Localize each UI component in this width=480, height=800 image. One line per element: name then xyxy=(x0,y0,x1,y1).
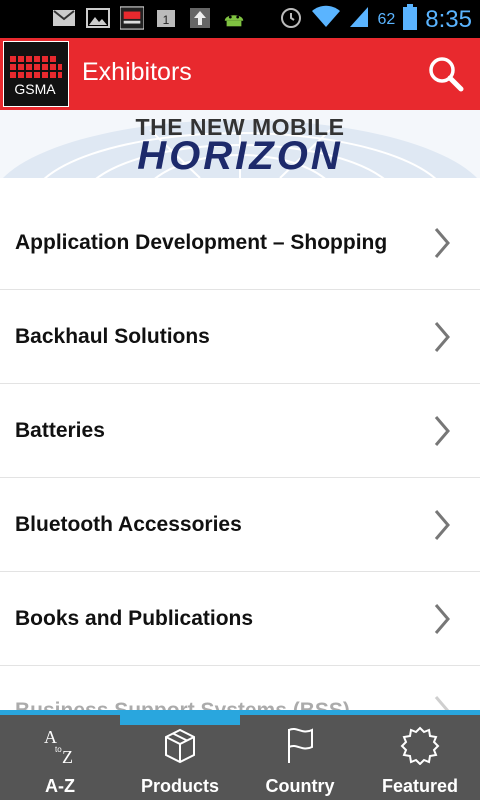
battery-level: 62 xyxy=(377,10,396,28)
a-to-z-icon: A to Z xyxy=(44,727,73,765)
battery-icon xyxy=(403,4,418,35)
android-icon xyxy=(222,6,246,30)
list-item[interactable]: Books and Publications xyxy=(0,572,480,666)
svg-text:GSMA: GSMA xyxy=(14,81,56,97)
tab-products-label: Products xyxy=(140,776,219,796)
list-item-label: Bluetooth Accessories xyxy=(15,512,242,536)
chevron-right-icon xyxy=(434,509,450,540)
tab-a-z-label: A-Z xyxy=(45,776,75,796)
list-item-label: Batteries xyxy=(15,418,105,442)
page-title: Exhibitors xyxy=(82,58,192,86)
category-list: Application Development – Shopping Backh… xyxy=(0,196,480,760)
system-icons: 62 8:35 xyxy=(279,4,472,35)
box-icon xyxy=(165,728,195,764)
list-item-label: Application Development – Shopping xyxy=(15,230,388,254)
chevron-right-icon xyxy=(434,321,450,352)
list-top-divider xyxy=(0,178,480,197)
clock-time: 8:35 xyxy=(425,5,472,33)
list-item[interactable]: Backhaul Solutions xyxy=(0,290,480,384)
gsma-logo[interactable]: GSMA xyxy=(3,41,69,107)
svg-text:A: A xyxy=(44,727,57,747)
app-bar: GSMA Exhibitors xyxy=(0,38,480,110)
wifi-icon xyxy=(311,5,341,34)
search-icon xyxy=(429,57,464,92)
bottom-tab-bar: A to Z A-Z Products Country Featured xyxy=(0,715,480,800)
svg-text:1: 1 xyxy=(163,13,170,27)
gallery-icon xyxy=(86,6,110,30)
gsma-icon xyxy=(120,6,144,30)
upload-icon xyxy=(188,6,212,30)
tab-featured-label: Featured xyxy=(381,776,459,796)
list-item[interactable]: Batteries xyxy=(0,384,480,478)
alarm-icon xyxy=(279,5,303,34)
tab-country[interactable]: Country xyxy=(240,715,360,800)
list-item[interactable]: Bluetooth Accessories xyxy=(0,478,480,572)
chevron-right-icon xyxy=(434,227,450,258)
calendar-icon: 1 xyxy=(154,6,178,30)
badge-icon xyxy=(400,726,440,765)
flag-icon xyxy=(288,728,313,763)
signal-icon xyxy=(349,5,369,34)
banner-title-line2: HORIZON xyxy=(137,134,343,178)
list-item-label: Books and Publications xyxy=(15,606,254,630)
chevron-right-icon xyxy=(434,415,450,446)
search-button[interactable] xyxy=(426,54,466,94)
chevron-right-icon xyxy=(434,603,450,634)
notification-icons: 1 xyxy=(52,6,246,30)
tab-country-label: Country xyxy=(265,776,335,796)
tab-a-z[interactable]: A to Z A-Z xyxy=(0,715,120,800)
list-item-label: Backhaul Solutions xyxy=(15,324,210,348)
active-tab-indicator xyxy=(120,710,240,725)
tab-products[interactable]: Products xyxy=(120,715,240,800)
event-banner: THE NEW MOBILE HORIZON xyxy=(0,110,480,178)
status-bar: 1 62 8:35 xyxy=(0,0,480,38)
gmail-icon xyxy=(52,6,76,30)
list-item[interactable]: Application Development – Shopping xyxy=(0,196,480,290)
svg-text:Z: Z xyxy=(62,747,73,765)
tab-featured[interactable]: Featured xyxy=(360,715,480,800)
